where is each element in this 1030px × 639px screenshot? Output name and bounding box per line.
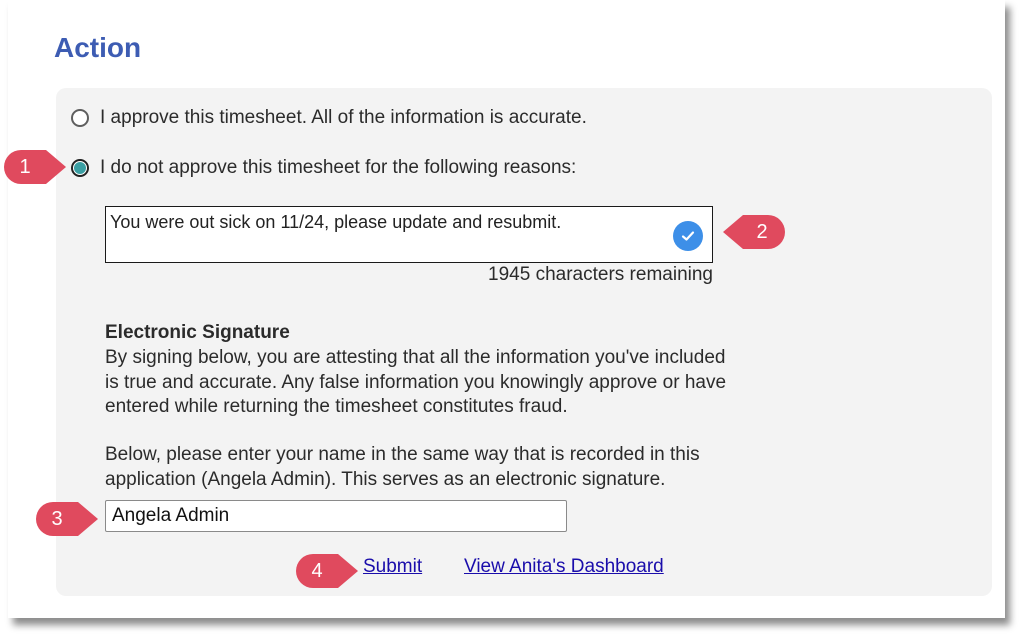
callout-number: 3 [51,508,63,530]
instruction-line: application (Angela Admin). This serves … [105,468,666,490]
approve-option[interactable]: I approve this timesheet. All of the inf… [71,106,587,130]
submit-link[interactable]: Submit [363,556,422,578]
instruction-line: Below, please enter your name in the sam… [105,444,700,465]
signature-instructions: Below, please enter your name in the sam… [105,443,805,492]
characters-remaining: 1945 characters remaining [488,264,713,285]
reject-option[interactable]: I do not approve this timesheet for the … [71,156,576,180]
attestation-line: is true and accurate. Any false informat… [105,371,727,393]
reject-label: I do not approve this timesheet for the … [100,157,577,178]
checkmark-icon [673,221,703,251]
callout-number: 2 [756,221,768,243]
approve-label: I approve this timesheet. All of the inf… [100,107,587,128]
attestation-line: By signing below, you are attesting that… [105,347,726,368]
page-title: Action [54,32,142,63]
callout-1: 1 [2,148,68,186]
signature-name-input[interactable]: Angela Admin [105,500,567,532]
reason-textarea[interactable]: You were out sick on 11/24, please updat… [105,206,713,263]
approve-radio[interactable] [71,109,89,127]
reject-radio[interactable] [71,159,89,177]
attestation-text: By signing below, you are attesting that… [105,346,805,420]
view-dashboard-link[interactable]: View Anita's Dashboard [464,556,664,578]
signature-heading: Electronic Signature [105,322,290,343]
callout-2: 2 [721,213,787,251]
radio-selected-dot [74,162,86,174]
callout-number: 1 [19,156,31,178]
attestation-line: entered while returning the timesheet co… [105,396,568,417]
callout-number: 4 [311,560,323,582]
callout-4: 4 [294,552,360,590]
callout-3: 3 [34,500,100,538]
